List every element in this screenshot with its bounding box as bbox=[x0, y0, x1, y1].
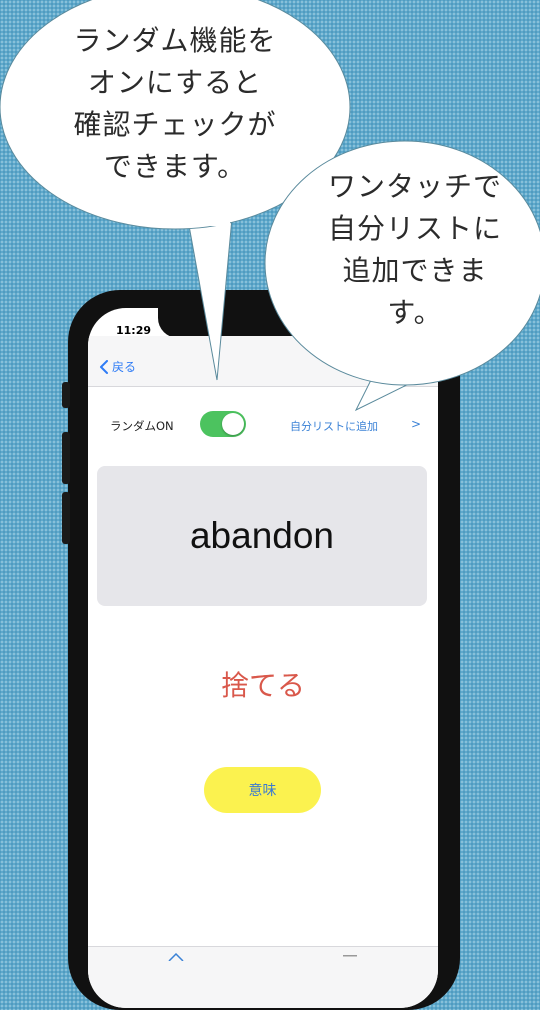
left-callout-line: ランダム機能を bbox=[73, 24, 277, 57]
left-callout-line: 確認チェックが bbox=[73, 108, 277, 141]
left-callout-line: オンにすると bbox=[87, 66, 263, 99]
left-callout-text: ランダム機能を オンにすると 確認チェックが できます。 bbox=[20, 20, 330, 188]
right-callout-line: 自分リストに bbox=[327, 212, 502, 245]
left-callout-line: できます。 bbox=[103, 150, 247, 183]
right-callout-line: す。 bbox=[387, 296, 443, 329]
right-callout-text: ワンタッチで 自分リストに 追加できま す。 bbox=[300, 166, 530, 334]
right-callout-line: ワンタッチで bbox=[327, 170, 502, 203]
right-callout-line: 追加できま bbox=[342, 254, 488, 287]
